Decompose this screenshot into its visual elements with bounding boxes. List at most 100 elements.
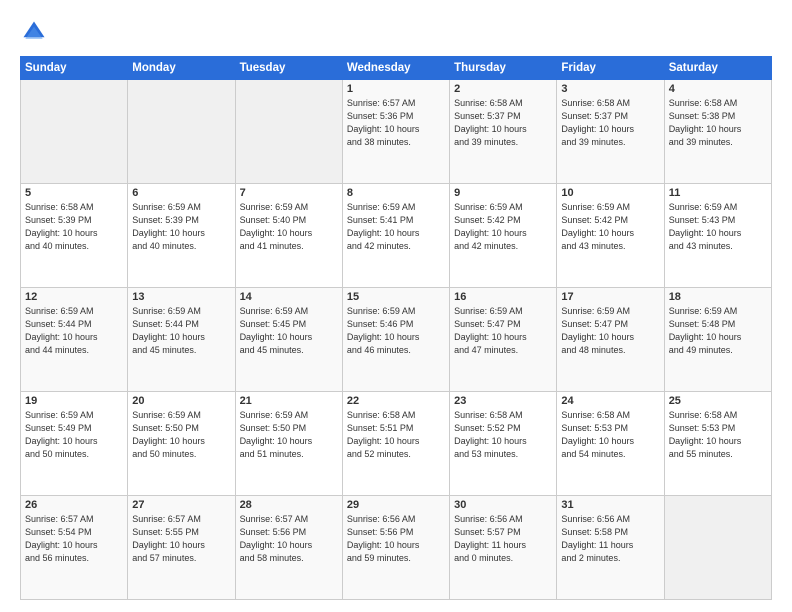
calendar-cell: 30Sunrise: 6:56 AM Sunset: 5:57 PM Dayli… xyxy=(450,496,557,600)
cell-info: Sunrise: 6:57 AM Sunset: 5:36 PM Dayligh… xyxy=(347,97,445,149)
calendar-cell: 2 Sunrise: 6:58 AM Sunset: 5:37 PM Daylig… xyxy=(450,80,557,184)
calendar-cell: 16 Sunrise: 6:59 AM Sunset: 5:47 PM Dayli… xyxy=(450,288,557,392)
header xyxy=(20,18,772,46)
cell-info: Sunrise: 6:59 AM Sunset: 5:39 PM Dayligh… xyxy=(132,201,230,253)
calendar-header-sunday: Sunday xyxy=(21,57,128,80)
calendar-cell: 5Sunrise: 6:58 AM Sunset: 5:39 PM Daylig… xyxy=(21,184,128,288)
logo-icon xyxy=(20,18,48,46)
cell-info: Sunrise: 6:59 AM Sunset: 5:47 PM Dayligh… xyxy=(454,305,552,357)
day-number: 21 xyxy=(240,395,338,407)
calendar-cell: 22 Sunrise: 6:58 AM Sunset: 5:51 PM Dayli… xyxy=(342,392,449,496)
day-number: 9 xyxy=(454,187,552,199)
day-number: 15 xyxy=(347,291,445,303)
cell-info: Sunrise: 6:59 AM Sunset: 5:46 PM Dayligh… xyxy=(347,305,445,357)
calendar-cell: 21 Sunrise: 6:59 AM Sunset: 5:50 PM Dayli… xyxy=(235,392,342,496)
day-number: 4 xyxy=(669,83,767,95)
day-number: 10 xyxy=(561,187,659,199)
cell-info: Sunrise: 6:59 AM Sunset: 5:41 PM Dayligh… xyxy=(347,201,445,253)
day-number: 27 xyxy=(132,499,230,511)
calendar-header-row: SundayMondayTuesdayWednesdayThursdayFrid… xyxy=(21,57,772,80)
calendar-cell: 8Sunrise: 6:59 AM Sunset: 5:41 PM Daylig… xyxy=(342,184,449,288)
logo xyxy=(20,18,52,46)
day-number: 19 xyxy=(25,395,123,407)
calendar-cell: 13 Sunrise: 6:59 AM Sunset: 5:44 PM Dayli… xyxy=(128,288,235,392)
day-number: 12 xyxy=(25,291,123,303)
calendar-cell: 17 Sunrise: 6:59 AM Sunset: 5:47 PM Dayli… xyxy=(557,288,664,392)
calendar-cell: 3Sunrise: 6:58 AM Sunset: 5:37 PM Daylig… xyxy=(557,80,664,184)
calendar-cell: 20Sunrise: 6:59 AM Sunset: 5:50 PM Dayli… xyxy=(128,392,235,496)
calendar-cell: 7Sunrise: 6:59 AM Sunset: 5:40 PM Daylig… xyxy=(235,184,342,288)
calendar-header-tuesday: Tuesday xyxy=(235,57,342,80)
calendar-cell: 12 Sunrise: 6:59 AM Sunset: 5:44 PM Dayli… xyxy=(21,288,128,392)
calendar-cell: 6 Sunrise: 6:59 AM Sunset: 5:39 PM Daylig… xyxy=(128,184,235,288)
calendar-cell: 28 Sunrise: 6:57 AM Sunset: 5:56 PM Dayli… xyxy=(235,496,342,600)
cell-info: Sunrise: 6:58 AM Sunset: 5:53 PM Dayligh… xyxy=(669,409,767,461)
calendar-header-wednesday: Wednesday xyxy=(342,57,449,80)
cell-info: Sunrise: 6:59 AM Sunset: 5:49 PM Dayligh… xyxy=(25,409,123,461)
cell-info: Sunrise: 6:59 AM Sunset: 5:42 PM Dayligh… xyxy=(454,201,552,253)
day-number: 2 xyxy=(454,83,552,95)
day-number: 16 xyxy=(454,291,552,303)
day-number: 23 xyxy=(454,395,552,407)
calendar-page: SundayMondayTuesdayWednesdayThursdayFrid… xyxy=(0,0,792,612)
calendar-week-row: 19 Sunrise: 6:59 AM Sunset: 5:49 PM Dayli… xyxy=(21,392,772,496)
day-number: 20 xyxy=(132,395,230,407)
calendar-week-row: 1 Sunrise: 6:57 AM Sunset: 5:36 PM Daylig… xyxy=(21,80,772,184)
cell-info: Sunrise: 6:59 AM Sunset: 5:47 PM Dayligh… xyxy=(561,305,659,357)
calendar-cell xyxy=(235,80,342,184)
cell-info: Sunrise: 6:59 AM Sunset: 5:50 PM Dayligh… xyxy=(240,409,338,461)
calendar-cell: 19 Sunrise: 6:59 AM Sunset: 5:49 PM Dayli… xyxy=(21,392,128,496)
cell-info: Sunrise: 6:59 AM Sunset: 5:43 PM Dayligh… xyxy=(669,201,767,253)
day-number: 18 xyxy=(669,291,767,303)
day-number: 3 xyxy=(561,83,659,95)
calendar-cell xyxy=(664,496,771,600)
cell-info: Sunrise: 6:57 AM Sunset: 5:54 PM Dayligh… xyxy=(25,513,123,565)
day-number: 6 xyxy=(132,187,230,199)
calendar-cell: 27 Sunrise: 6:57 AM Sunset: 5:55 PM Dayli… xyxy=(128,496,235,600)
calendar-cell: 1 Sunrise: 6:57 AM Sunset: 5:36 PM Daylig… xyxy=(342,80,449,184)
cell-info: Sunrise: 6:59 AM Sunset: 5:44 PM Dayligh… xyxy=(25,305,123,357)
day-number: 26 xyxy=(25,499,123,511)
cell-info: Sunrise: 6:57 AM Sunset: 5:56 PM Dayligh… xyxy=(240,513,338,565)
day-number: 25 xyxy=(669,395,767,407)
calendar-cell: 25 Sunrise: 6:58 AM Sunset: 5:53 PM Dayli… xyxy=(664,392,771,496)
calendar-header-saturday: Saturday xyxy=(664,57,771,80)
day-number: 22 xyxy=(347,395,445,407)
calendar-header-thursday: Thursday xyxy=(450,57,557,80)
calendar-cell xyxy=(128,80,235,184)
day-number: 31 xyxy=(561,499,659,511)
calendar-week-row: 5Sunrise: 6:58 AM Sunset: 5:39 PM Daylig… xyxy=(21,184,772,288)
calendar-cell: 15 Sunrise: 6:59 AM Sunset: 5:46 PM Dayli… xyxy=(342,288,449,392)
cell-info: Sunrise: 6:58 AM Sunset: 5:53 PM Dayligh… xyxy=(561,409,659,461)
calendar-cell: 29 Sunrise: 6:56 AM Sunset: 5:56 PM Dayli… xyxy=(342,496,449,600)
day-number: 29 xyxy=(347,499,445,511)
day-number: 1 xyxy=(347,83,445,95)
cell-info: Sunrise: 6:57 AM Sunset: 5:55 PM Dayligh… xyxy=(132,513,230,565)
day-number: 24 xyxy=(561,395,659,407)
day-number: 28 xyxy=(240,499,338,511)
calendar-cell: 9 Sunrise: 6:59 AM Sunset: 5:42 PM Daylig… xyxy=(450,184,557,288)
calendar-cell xyxy=(21,80,128,184)
day-number: 13 xyxy=(132,291,230,303)
cell-info: Sunrise: 6:56 AM Sunset: 5:58 PM Dayligh… xyxy=(561,513,659,565)
calendar-cell: 14Sunrise: 6:59 AM Sunset: 5:45 PM Dayli… xyxy=(235,288,342,392)
cell-info: Sunrise: 6:59 AM Sunset: 5:44 PM Dayligh… xyxy=(132,305,230,357)
day-number: 17 xyxy=(561,291,659,303)
calendar-week-row: 12 Sunrise: 6:59 AM Sunset: 5:44 PM Dayli… xyxy=(21,288,772,392)
calendar-header-friday: Friday xyxy=(557,57,664,80)
cell-info: Sunrise: 6:58 AM Sunset: 5:51 PM Dayligh… xyxy=(347,409,445,461)
cell-info: Sunrise: 6:58 AM Sunset: 5:39 PM Dayligh… xyxy=(25,201,123,253)
cell-info: Sunrise: 6:56 AM Sunset: 5:56 PM Dayligh… xyxy=(347,513,445,565)
calendar-table: SundayMondayTuesdayWednesdayThursdayFrid… xyxy=(20,56,772,600)
cell-info: Sunrise: 6:58 AM Sunset: 5:52 PM Dayligh… xyxy=(454,409,552,461)
day-number: 30 xyxy=(454,499,552,511)
cell-info: Sunrise: 6:58 AM Sunset: 5:37 PM Dayligh… xyxy=(454,97,552,149)
cell-info: Sunrise: 6:59 AM Sunset: 5:42 PM Dayligh… xyxy=(561,201,659,253)
calendar-cell: 31 Sunrise: 6:56 AM Sunset: 5:58 PM Dayli… xyxy=(557,496,664,600)
calendar-cell: 4 Sunrise: 6:58 AM Sunset: 5:38 PM Daylig… xyxy=(664,80,771,184)
cell-info: Sunrise: 6:58 AM Sunset: 5:38 PM Dayligh… xyxy=(669,97,767,149)
cell-info: Sunrise: 6:59 AM Sunset: 5:40 PM Dayligh… xyxy=(240,201,338,253)
cell-info: Sunrise: 6:59 AM Sunset: 5:45 PM Dayligh… xyxy=(240,305,338,357)
calendar-cell: 23 Sunrise: 6:58 AM Sunset: 5:52 PM Dayli… xyxy=(450,392,557,496)
calendar-week-row: 26 Sunrise: 6:57 AM Sunset: 5:54 PM Dayli… xyxy=(21,496,772,600)
